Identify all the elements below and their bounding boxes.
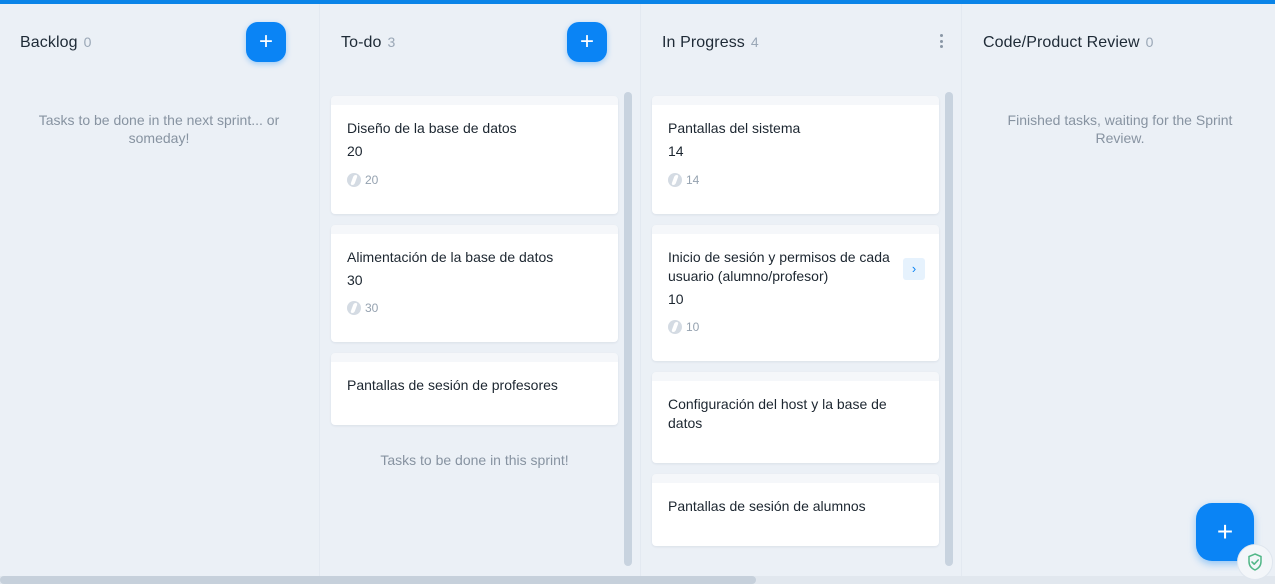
column-header: To-do 3 bbox=[341, 34, 395, 52]
add-task-button[interactable]: + bbox=[246, 22, 286, 62]
spark-icon bbox=[347, 301, 361, 315]
task-title: Pantallas de sesión de profesores bbox=[347, 377, 558, 393]
task-points: 10 bbox=[668, 291, 684, 307]
column-count: 0 bbox=[83, 34, 92, 50]
column-review: Code/Product Review 0 Finished tasks, wa… bbox=[963, 4, 1275, 576]
column-title: Code/Product Review bbox=[983, 34, 1140, 51]
spark-icon bbox=[668, 173, 682, 187]
column-count: 0 bbox=[1145, 34, 1154, 50]
column-header: In Progress 4 bbox=[662, 34, 759, 52]
task-card[interactable]: Pantallas de sesión de alumnos bbox=[652, 474, 939, 546]
task-meta-value: 14 bbox=[686, 173, 700, 187]
add-task-button[interactable]: + bbox=[567, 22, 607, 62]
task-title: Pantallas del sistema bbox=[668, 120, 801, 136]
task-card[interactable]: Configuración del host y la base de dato… bbox=[652, 372, 939, 463]
task-meta-value: 20 bbox=[365, 173, 379, 187]
column-empty-text: Tasks to be done in the next sprint... o… bbox=[38, 112, 280, 146]
task-title: Inicio de sesión y permisos de cada usua… bbox=[668, 249, 890, 284]
task-card[interactable]: Inicio de sesión y permisos de cada usua… bbox=[652, 225, 939, 361]
task-meta: 10 bbox=[668, 320, 699, 334]
column-title: Backlog bbox=[20, 34, 78, 51]
vertical-scrollbar[interactable] bbox=[624, 92, 632, 566]
column-title: To-do bbox=[341, 34, 382, 51]
task-title: Configuración del host y la base de dato… bbox=[668, 396, 887, 431]
column-empty-text: Tasks to be done in this sprint! bbox=[380, 452, 569, 468]
column-title: In Progress bbox=[662, 34, 745, 51]
task-meta: 20 bbox=[347, 173, 378, 187]
column-header: Backlog 0 bbox=[20, 34, 91, 52]
task-title: Pantallas de sesión de alumnos bbox=[668, 498, 866, 514]
horizontal-scrollbar-thumb[interactable] bbox=[0, 576, 756, 584]
column-divider bbox=[640, 4, 641, 576]
more-vertical-icon[interactable] bbox=[937, 34, 945, 52]
task-meta-value: 10 bbox=[686, 320, 700, 334]
column-divider bbox=[961, 4, 962, 576]
shield-check-icon[interactable] bbox=[1237, 544, 1273, 580]
column-header: Code/Product Review 0 bbox=[983, 34, 1153, 52]
chevron-right-icon[interactable]: › bbox=[903, 258, 925, 280]
task-card[interactable]: Pantallas del sistema 14 14 bbox=[652, 96, 939, 214]
column-count: 3 bbox=[387, 34, 396, 50]
task-meta: 14 bbox=[668, 173, 699, 187]
column-backlog: Backlog 0 + Tasks to be done in the next… bbox=[0, 4, 320, 576]
column-todo: To-do 3 + Diseño de la base de datos 20 … bbox=[321, 4, 641, 576]
task-card[interactable]: Diseño de la base de datos 20 20 bbox=[331, 96, 618, 214]
task-points: 30 bbox=[347, 272, 363, 288]
task-meta: 30 bbox=[347, 301, 378, 315]
column-divider bbox=[319, 4, 320, 576]
spark-icon bbox=[668, 320, 682, 334]
column-in-progress: In Progress 4 Pantallas del sistema 14 1… bbox=[642, 4, 962, 576]
column-empty-text: Finished tasks, waiting for the Sprint R… bbox=[1007, 112, 1233, 146]
vertical-scrollbar[interactable] bbox=[945, 92, 953, 566]
task-title: Alimentación de la base de datos bbox=[347, 249, 554, 265]
spark-icon bbox=[347, 173, 361, 187]
task-card[interactable]: Pantallas de sesión de profesores bbox=[331, 353, 618, 425]
task-points: 14 bbox=[668, 143, 684, 159]
task-title: Diseño de la base de datos bbox=[347, 120, 517, 136]
task-card[interactable]: Alimentación de la base de datos 30 30 bbox=[331, 225, 618, 342]
task-points: 20 bbox=[347, 143, 363, 159]
column-count: 4 bbox=[750, 34, 759, 50]
task-meta-value: 30 bbox=[365, 301, 379, 315]
